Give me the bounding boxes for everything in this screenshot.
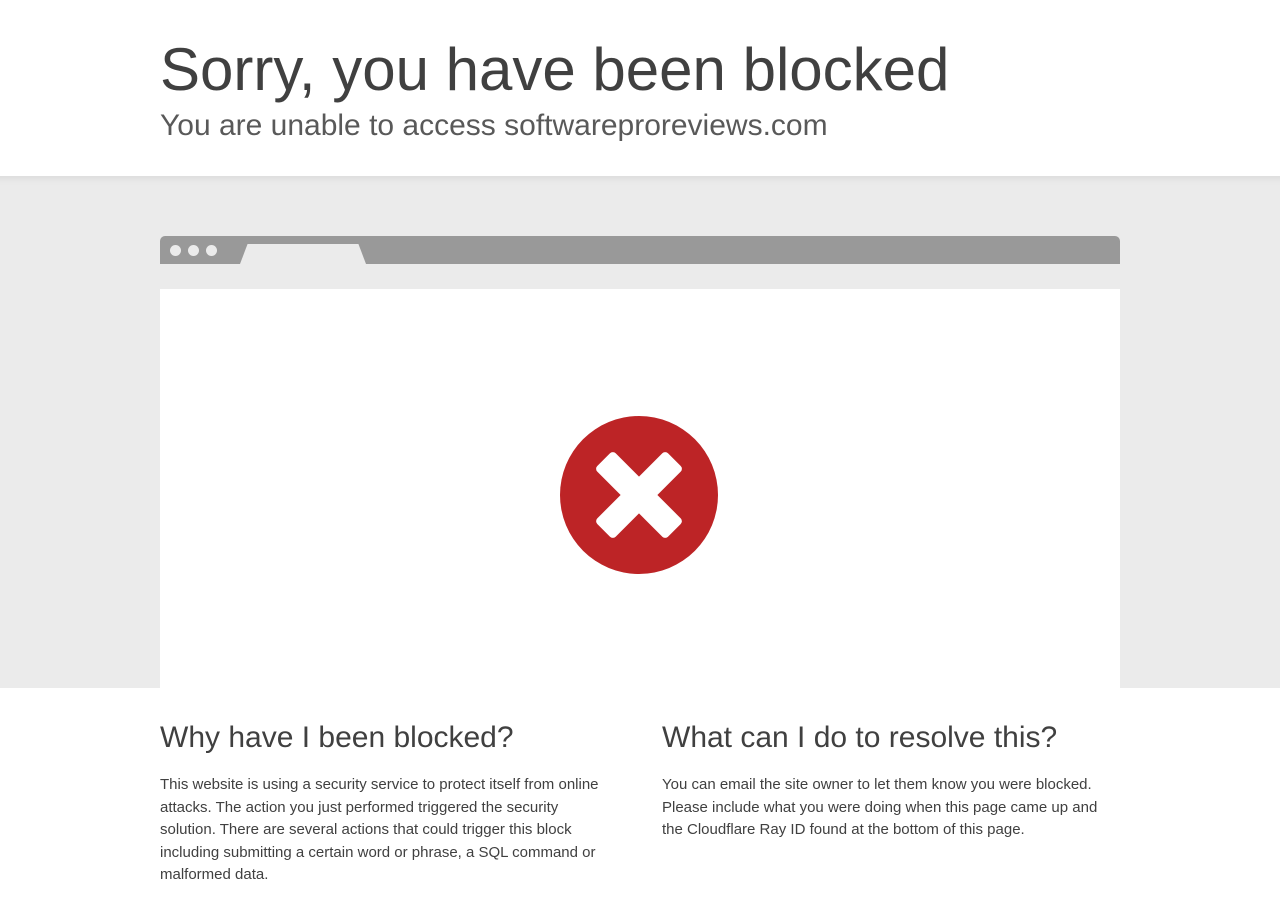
why-blocked-heading: Why have I been blocked?: [160, 721, 514, 754]
resolve-section: What can I do to resolve this? You can e…: [662, 716, 1120, 842]
blocked-x-icon: [560, 416, 718, 574]
window-dot-icon: [206, 245, 217, 256]
why-blocked-text: This website is using a security service…: [160, 776, 599, 883]
page-title: Sorry, you have been blocked: [160, 36, 950, 103]
browser-illustration-window: [160, 289, 1120, 688]
page-header: Sorry, you have been blocked You are una…: [0, 0, 1280, 176]
resolve-text: You can email the site owner to let them…: [662, 776, 1098, 838]
window-dot-icon: [170, 245, 181, 256]
page-subtitle: You are unable to access softwareprorevi…: [160, 109, 828, 142]
window-dot-icon: [188, 245, 199, 256]
browser-illustration-bar: [160, 236, 1120, 264]
why-blocked-section: Why have I been blocked? This website is…: [160, 716, 618, 887]
browser-tab-shape: [240, 244, 366, 264]
resolve-heading: What can I do to resolve this?: [662, 721, 1058, 754]
